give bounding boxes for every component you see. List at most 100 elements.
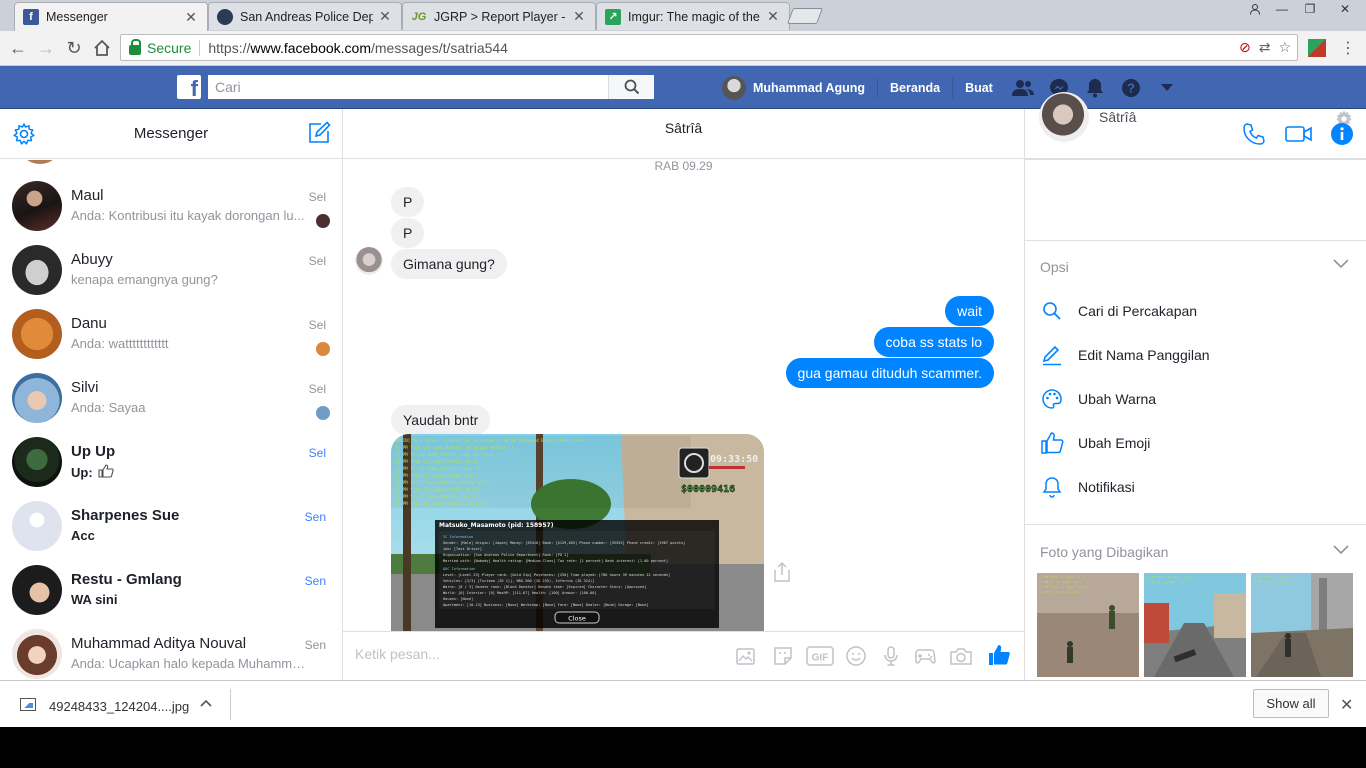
message-bubble-incoming[interactable]: Gimana gung? [391, 249, 507, 279]
tab-sapd[interactable]: San Andreas Police Depa ✕ [208, 2, 402, 30]
conversation-snippet: Anda: Sayaa [71, 400, 146, 415]
avatar [12, 181, 62, 231]
nav-profile[interactable]: Muhammad Agung [722, 75, 879, 100]
svg-text:Houses: [None]: Houses: [None] [443, 597, 473, 601]
conversation-list: Maul Anda: Kontribusi itu kayak dorongan… [0, 160, 342, 680]
avatar [12, 373, 62, 423]
thumbs-up-icon [989, 645, 1010, 665]
restore-icon[interactable]: ❐ [1296, 0, 1324, 18]
conversation-snippet: Anda: Ucapkan halo kepada Muhamma... [71, 656, 307, 671]
option-search-conversation[interactable]: Cari di Percakapan [1040, 299, 1197, 323]
home-icon[interactable] [90, 36, 114, 60]
conversation-item[interactable]: Up Up Up: Sel [0, 429, 342, 493]
option-change-color[interactable]: Ubah Warna [1040, 387, 1156, 411]
svg-text:(( PM to (1) Syko_Patrik: bent: (( PM to (1) Syko_Patrik: bentar ya )) [395, 480, 491, 485]
back-icon[interactable]: ← [6, 36, 30, 60]
nav-create[interactable]: Buat [953, 78, 1005, 98]
svg-text:(( PM from (1) Syko: iya )): (( PM from (1) Syko: iya )) [1039, 585, 1088, 589]
svg-text:(( PM from (1) Syko_Patrik: iy: (( PM from (1) Syko_Patrik: iya )) [395, 473, 481, 478]
conversation-name: Muhammad Aditya Nouval [71, 635, 247, 652]
message-bubble-outgoing[interactable]: coba ss stats lo [873, 327, 994, 357]
microphone-icon[interactable] [881, 645, 901, 670]
message-bubble-incoming[interactable]: Yaudah bntr [391, 405, 491, 435]
conversation-item[interactable]: Silvi Anda: Sayaa Sel [0, 365, 342, 429]
search-input[interactable] [208, 75, 608, 99]
camera-icon[interactable] [949, 645, 973, 670]
tab-close-icon[interactable]: ✕ [571, 8, 587, 25]
voice-call-icon[interactable] [1242, 122, 1266, 149]
download-file-name[interactable]: 49248433_124204....jpg [49, 699, 189, 714]
photos-collapse-chevron-icon[interactable] [1333, 543, 1349, 558]
svg-text:(( PM to (1) Syko: ss )): (( PM to (1) Syko: ss )) [1253, 580, 1297, 584]
nav-home[interactable]: Beranda [878, 77, 954, 98]
tab-close-icon[interactable]: ✕ [377, 8, 393, 25]
show-all-downloads-button[interactable]: Show all [1253, 689, 1329, 718]
message-bubble-incoming[interactable]: P [391, 218, 425, 248]
game-controller-icon[interactable] [913, 645, 937, 670]
message-bubble-incoming[interactable]: P [391, 187, 425, 217]
details-pane: Sâtrîâ Opsi Cari di Percakapan Edit Nama… [1024, 92, 1366, 680]
message-bubble-outgoing[interactable]: gua gamau dituduh scammer. [785, 358, 994, 388]
conversation-snippet: WA sini [71, 592, 118, 607]
option-edit-nickname[interactable]: Edit Nama Panggilan [1040, 343, 1210, 367]
window-close-icon[interactable]: ✕ [1324, 0, 1366, 18]
contact-name[interactable]: Sâtrîâ [1099, 109, 1136, 125]
compose-icon [309, 121, 331, 143]
game-screenshot-image: [MAIN] PD-1 Bravo: information on suspec… [391, 434, 764, 631]
tab-close-icon[interactable]: ✕ [183, 9, 199, 26]
conversation-info-icon[interactable] [1330, 122, 1354, 149]
tab-imgur[interactable]: ↗ Imgur: The magic of the I ✕ [596, 2, 790, 30]
close-shelf-icon[interactable]: ✕ [1340, 695, 1353, 715]
tab-title: San Andreas Police Depa [240, 9, 373, 24]
sidebar-header: Messenger [0, 109, 342, 159]
new-message-button[interactable] [307, 121, 331, 148]
shared-photo-thumbnail[interactable]: (( PM from (1) Syko: ok ))(( PM to (1) S… [1251, 573, 1353, 677]
video-call-icon[interactable] [1285, 124, 1313, 147]
reload-icon[interactable]: ↻ [62, 36, 86, 60]
add-photo-icon[interactable] [735, 645, 757, 670]
svg-text:Organization: [San Andreas Pol: Organization: [San Andreas Police Depart… [443, 553, 569, 557]
shared-photo-thumbnail[interactable]: (( PM from (1) Syko: ok ))(( PM to (1) S… [1144, 573, 1246, 677]
svg-text:(( PM from (1) Syko_Patrik: ok: (( PM from (1) Syko_Patrik: ok )) [395, 459, 478, 464]
profile-icon[interactable] [1242, 0, 1268, 18]
option-label: Cari di Percakapan [1078, 303, 1198, 319]
message-bubble-outgoing[interactable]: wait [945, 296, 994, 326]
conversation-item[interactable]: Muhammad Aditya Nouval Anda: Ucapkan hal… [0, 621, 342, 680]
search-button[interactable] [608, 75, 654, 99]
tab-close-icon[interactable]: ✕ [765, 8, 781, 25]
conversation-item[interactable]: Abuyy kenapa emangnya gung? Sel [0, 237, 342, 301]
conversation-item[interactable]: Sharpenes Sue Acc Sen [0, 493, 342, 557]
download-options-chevron-icon[interactable] [200, 696, 212, 710]
shared-photo-thumbnail[interactable]: (( PM from (1) Syko: ok ))(( PM to (1) S… [1037, 573, 1139, 677]
send-like-button[interactable] [987, 643, 1011, 670]
facebook-icon: f [23, 9, 39, 25]
conversation-item[interactable]: Maul Anda: Kontribusi itu kayak dorongan… [0, 173, 342, 237]
options-collapse-chevron-icon[interactable] [1333, 257, 1349, 272]
option-change-emoji[interactable]: Ubah Emoji [1040, 431, 1150, 455]
url-scheme: https:// [208, 39, 251, 56]
forward-icon[interactable]: → [34, 36, 58, 60]
new-tab-button[interactable] [787, 8, 823, 24]
svg-text:(( PM from (1) Syko_Patrik: ok: (( PM from (1) Syko_Patrik: ok )) [395, 487, 478, 492]
divider [1025, 159, 1366, 160]
nav-create-label: Buat [965, 80, 993, 95]
minimize-icon[interactable]: — [1268, 0, 1296, 18]
avatar[interactable] [1039, 92, 1089, 142]
sticker-icon[interactable] [772, 645, 794, 670]
message-input[interactable] [355, 646, 715, 662]
facebook-logo-icon[interactable]: f [177, 75, 201, 99]
conversation-item[interactable]: Danu Anda: watttttttttttt Sel [0, 301, 342, 365]
conversation-time: Sel [308, 318, 326, 332]
tab-jgrp[interactable]: JG JGRP > Report Player - Jo ✕ [402, 2, 596, 30]
option-notifications[interactable]: Notifikasi [1040, 475, 1135, 499]
tab-messenger[interactable]: f Messenger ✕ [14, 2, 208, 31]
share-icon[interactable] [772, 561, 792, 586]
conversation-time: Sel [308, 190, 326, 204]
emoji-icon[interactable] [845, 645, 867, 670]
photo-message[interactable]: [MAIN] PD-1 Bravo: information on suspec… [391, 434, 764, 631]
conversation-item[interactable]: Restu - Gmlang WA sini Sen [0, 557, 342, 621]
seen-avatar-icon [316, 342, 330, 356]
svg-text:Job: [Taxi Driver]: Job: [Taxi Driver] [443, 547, 482, 551]
svg-text:(( PM to (1) Syko: sip )): (( PM to (1) Syko: sip )) [1039, 590, 1084, 594]
gif-icon[interactable]: GIF [806, 645, 834, 670]
